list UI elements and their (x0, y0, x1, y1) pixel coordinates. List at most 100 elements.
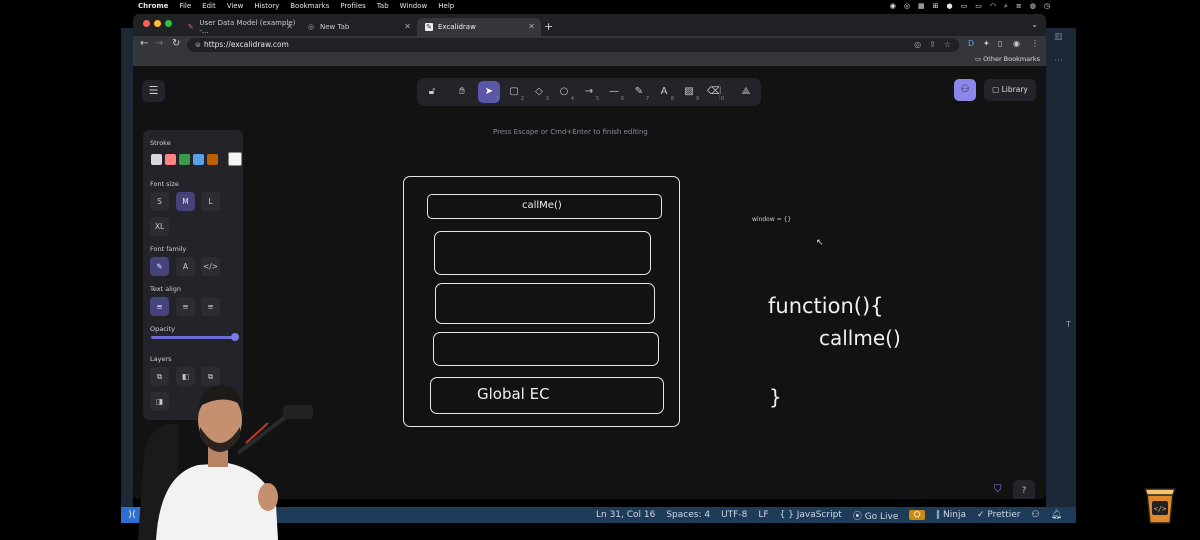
close-icon[interactable]: ✕ (404, 22, 411, 31)
tool-hand[interactable]: ✋︎ (451, 81, 473, 103)
menu-file[interactable]: File (179, 2, 191, 10)
chevron-down-icon[interactable]: ⌄ (1031, 20, 1038, 29)
sidebar-icon[interactable]: ▯ (998, 39, 1002, 48)
status-icon[interactable]: ▦ (918, 2, 925, 10)
stack-frame-empty[interactable] (435, 283, 655, 324)
opacity-slider[interactable] (151, 336, 235, 339)
collaborate-button[interactable]: ⚇ (954, 79, 976, 101)
font-size-s-button[interactable]: S (150, 192, 169, 211)
status-icon[interactable]: ● (947, 2, 953, 10)
stack-frame-callme[interactable]: callMe() (427, 194, 662, 219)
tool-arrow[interactable]: → 5 (578, 81, 600, 103)
reload-icon[interactable]: ↻ (172, 38, 180, 49)
new-tab-button[interactable]: + (544, 20, 553, 33)
align-left-button[interactable]: ≡ (150, 297, 169, 316)
language-mode[interactable]: { } JavaScript (780, 510, 842, 520)
stack-frame-global-ec[interactable]: Global EC (430, 377, 664, 414)
screen-icon[interactable]: ▭ (961, 2, 968, 10)
tab-user-data-model[interactable]: ✎ User Data Model (example) -... ✕ (179, 18, 299, 36)
menu-help[interactable]: Help (438, 2, 454, 10)
close-icon[interactable]: ✕ (528, 22, 535, 31)
stack-frame-empty[interactable] (434, 231, 651, 275)
avatar[interactable]: ◉ (1013, 39, 1020, 48)
tool-rectangle[interactable]: ▢ 2 (503, 81, 525, 103)
close-icon[interactable]: ✕ (286, 22, 293, 31)
tab-new-tab[interactable]: ◎ New Tab ✕ (299, 18, 417, 36)
tool-pointer[interactable]: ➤ 1 (478, 81, 500, 103)
menu-profiles[interactable]: Profiles (340, 2, 365, 10)
puzzle-icon[interactable]: ✦ (983, 39, 990, 48)
more-icon[interactable]: ⋯ (1054, 56, 1063, 66)
tab-excalidraw[interactable]: ✎ Excalidraw ✕ (417, 18, 541, 36)
current-stroke-color[interactable] (228, 152, 242, 166)
split-editor-icon[interactable]: ▥ (1054, 32, 1063, 42)
tool-text[interactable]: A8 (653, 81, 675, 103)
stroke-color-swatch[interactable] (193, 154, 204, 165)
status-icon[interactable]: ◎ (904, 2, 910, 10)
hamburger-menu-button[interactable]: ☰ (142, 80, 165, 102)
extension-icon[interactable]: D (968, 39, 974, 48)
stroke-color-swatch[interactable] (207, 154, 218, 165)
account-icon[interactable]: ⚇ (1031, 510, 1039, 520)
font-hand-drawn-button[interactable]: ✎ (150, 257, 169, 276)
indentation[interactable]: Spaces: 4 (666, 510, 710, 520)
library-button[interactable]: ▢ Library (984, 79, 1036, 101)
cursor-position[interactable]: Ln 31, Col 16 (596, 510, 655, 520)
font-code-button[interactable]: </> (201, 257, 220, 276)
tool-image[interactable]: ▨ 9 (678, 81, 700, 103)
tool-line[interactable]: —6 (603, 81, 625, 103)
opacity-slider-handle[interactable] (231, 333, 239, 341)
kebab-menu-icon[interactable]: ⋮ (1031, 39, 1039, 48)
search-icon[interactable]: ⌕ (1004, 2, 1008, 11)
tool-pencil[interactable]: ✎ 7 (628, 81, 650, 103)
font-size-m-button[interactable]: M (176, 192, 195, 211)
prettier-button[interactable]: ✓ Prettier (977, 510, 1021, 520)
tool-diamond[interactable]: ◇ 3 (528, 81, 550, 103)
code-text-line[interactable]: callme() (819, 326, 901, 350)
align-center-button[interactable]: ≡ (176, 297, 195, 316)
code-text-line[interactable]: function(){ (768, 294, 884, 318)
font-normal-button[interactable]: A (176, 257, 195, 276)
tool-ellipse[interactable]: ○ 4 (553, 81, 575, 103)
tool-shapes[interactable]: ⟁ (735, 81, 757, 103)
site-info-icon[interactable]: ⊜ (195, 38, 201, 52)
battery-icon[interactable]: ▭ (975, 2, 982, 10)
back-icon[interactable]: ← (140, 38, 148, 49)
stroke-color-swatch[interactable] (151, 154, 162, 165)
font-size-l-button[interactable]: L (201, 192, 220, 211)
go-live-button[interactable]: ⦿ Go Live (853, 509, 899, 522)
status-icon[interactable]: ◉ (890, 2, 896, 10)
tool-eraser[interactable]: ⌫ 0 (703, 81, 725, 103)
bell-icon[interactable]: 🔔︎ (1051, 510, 1062, 520)
zoom-window-button[interactable] (165, 20, 172, 27)
menu-window[interactable]: Window (400, 2, 428, 10)
menu-history[interactable]: History (254, 2, 279, 10)
window-note[interactable]: window = {} (752, 216, 791, 223)
address-bar[interactable]: ⊜ https://excalidraw.com ◎ ⇪ ☆ (187, 38, 959, 52)
star-icon[interactable]: ☆ (944, 38, 951, 52)
status-icon[interactable]: ⊞ (933, 2, 939, 10)
menu-edit[interactable]: Edit (202, 2, 216, 10)
forward-icon[interactable]: → (155, 38, 163, 49)
tool-lock[interactable]: 🔓︎ (421, 81, 443, 103)
menu-view[interactable]: View (227, 2, 244, 10)
stroke-color-swatch[interactable] (165, 154, 176, 165)
font-size-xl-button[interactable]: XL (150, 217, 169, 236)
menu-bookmarks[interactable]: Bookmarks (290, 2, 329, 10)
siri-icon[interactable]: ◍ (1030, 2, 1036, 10)
share-icon[interactable]: ⇪ (929, 38, 936, 52)
clock-icon[interactable]: ◷ (1044, 2, 1050, 10)
close-window-button[interactable] (143, 20, 150, 27)
stack-frame-empty[interactable] (433, 332, 659, 366)
stroke-color-swatch[interactable] (179, 154, 190, 165)
help-button[interactable]: ? (1013, 480, 1035, 499)
other-bookmarks[interactable]: ▭ Other Bookmarks (975, 55, 1040, 63)
ninja-button[interactable]: ∥ Ninja (936, 510, 966, 520)
minimize-window-button[interactable] (154, 20, 161, 27)
google-lens-icon[interactable]: ◎ (914, 38, 921, 52)
wifi-icon[interactable]: ◠ (990, 2, 996, 10)
encoding[interactable]: UTF-8 (721, 510, 747, 520)
menu-app-chrome[interactable]: Chrome (138, 2, 168, 10)
shield-icon[interactable]: ⛉ (994, 484, 1002, 495)
control-center-icon[interactable]: ≡ (1016, 2, 1022, 10)
